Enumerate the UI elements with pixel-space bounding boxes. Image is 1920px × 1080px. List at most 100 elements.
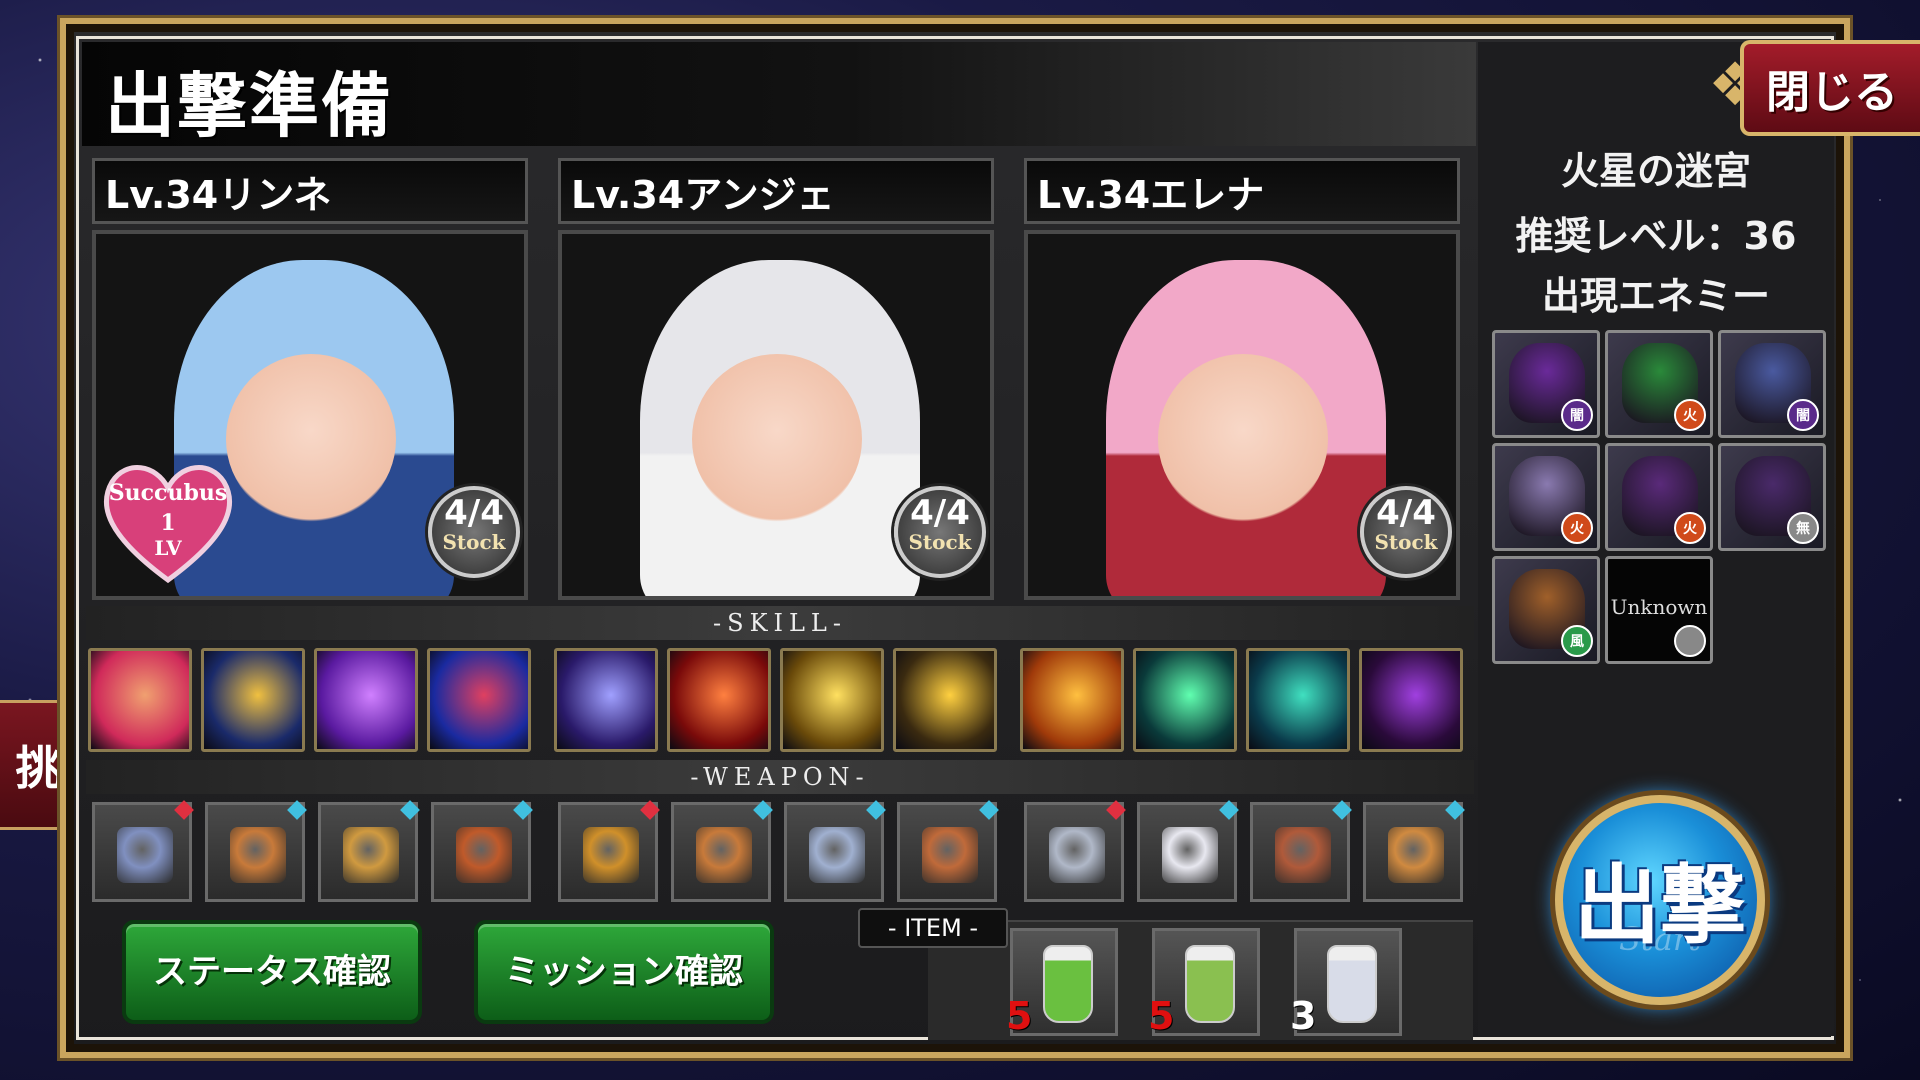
stock-badge: 4/4 Stock	[428, 486, 520, 578]
item-count: 5	[1006, 994, 1033, 1038]
rarity-gem-icon	[1445, 800, 1465, 820]
skill-icon[interactable]	[88, 648, 192, 752]
element-badge-icon: 風	[1561, 625, 1593, 657]
side-tab-label: 挑	[15, 741, 62, 795]
stage-name: 火星の迷宮	[1560, 149, 1751, 193]
potion-bottle-icon	[1185, 945, 1235, 1023]
equipment-slot[interactable]	[671, 800, 773, 902]
element-badge-icon: 無	[1787, 512, 1819, 544]
enemy-slot[interactable]: 風	[1492, 556, 1600, 664]
character-face	[226, 354, 396, 524]
enemy-slot[interactable]: 火	[1605, 330, 1713, 438]
enemy-slot[interactable]: 無	[1718, 443, 1826, 551]
equipment-slot[interactable]	[1024, 800, 1126, 902]
equipment-icon	[1275, 827, 1331, 883]
equipment-icon	[922, 827, 978, 883]
equipment-slot[interactable]	[1137, 800, 1239, 902]
equipment-slot[interactable]	[897, 800, 999, 902]
character-face	[692, 354, 862, 524]
rarity-gem-icon	[1219, 800, 1239, 820]
stock-label: Stock	[908, 530, 972, 554]
close-button[interactable]: 閉じる	[1740, 40, 1920, 136]
skill-icon[interactable]	[314, 648, 418, 752]
equipment-slot[interactable]	[1363, 800, 1465, 902]
character-name-plate: Lv.34アンジェ	[558, 158, 994, 224]
enemy-slot[interactable]: 闇	[1718, 330, 1826, 438]
enemies-heading: 出現エネミー	[1541, 274, 1770, 318]
rarity-gem-icon	[979, 800, 999, 820]
potion-bottle-icon	[1043, 945, 1093, 1023]
recommended-level: 推奨レベル：36	[1515, 214, 1797, 258]
rarity-gem-icon	[513, 800, 533, 820]
rarity-gem-icon	[1106, 800, 1126, 820]
equipment-slot[interactable]	[318, 800, 420, 902]
badge-lv: LV	[154, 536, 182, 560]
equipment-icon	[1162, 827, 1218, 883]
element-badge-icon	[1674, 625, 1706, 657]
element-badge-icon: 火	[1674, 512, 1706, 544]
status-check-button[interactable]: ステータス確認	[122, 920, 422, 1024]
stock-badge: 4/4 Stock	[894, 486, 986, 578]
item-section-label: - ITEM -	[858, 908, 1008, 948]
equipment-slot[interactable]	[92, 800, 194, 902]
stock-label: Stock	[1374, 530, 1438, 554]
skill-icon[interactable]	[780, 648, 884, 752]
equipment-slot[interactable]	[558, 800, 660, 902]
equipment-icon	[117, 827, 173, 883]
weapon-section-header: -WEAPON-	[86, 760, 1474, 794]
equipment-icon	[696, 827, 752, 883]
skill-icon[interactable]	[667, 648, 771, 752]
skill-icon[interactable]	[554, 648, 658, 752]
equipment-icon	[1049, 827, 1105, 883]
equipment-slot[interactable]	[1250, 800, 1352, 902]
rarity-gem-icon	[400, 800, 420, 820]
skill-icon[interactable]	[201, 648, 305, 752]
enemy-slot[interactable]: 火	[1492, 443, 1600, 551]
skill-icon[interactable]	[1359, 648, 1463, 752]
start-button-label: 出撃	[1574, 856, 1746, 956]
equipment-icon	[809, 827, 865, 883]
equipment-icon	[583, 827, 639, 883]
stock-badge: 4/4 Stock	[1360, 486, 1452, 578]
element-badge-icon: 火	[1561, 512, 1593, 544]
equipment-icon	[456, 827, 512, 883]
enemy-slot[interactable]: 闇	[1492, 330, 1600, 438]
stock-count: 4/4	[1376, 493, 1436, 533]
item-count: 3	[1290, 994, 1317, 1038]
stock-count: 4/4	[444, 493, 504, 533]
skill-section-header: -SKILL-	[86, 606, 1474, 640]
enemy-slot[interactable]: Unknown	[1605, 556, 1713, 664]
equipment-icon	[1388, 827, 1444, 883]
succubus-heart-badge: Succubus 1 LV	[98, 456, 238, 586]
rarity-gem-icon	[174, 800, 194, 820]
rarity-gem-icon	[753, 800, 773, 820]
equipment-icon	[230, 827, 286, 883]
skill-icon[interactable]	[893, 648, 997, 752]
stock-label: Stock	[442, 530, 506, 554]
stock-count: 4/4	[910, 493, 970, 533]
rarity-gem-icon	[866, 800, 886, 820]
skill-icon[interactable]	[1246, 648, 1350, 752]
mission-check-button[interactable]: ミッション確認	[474, 920, 774, 1024]
skill-icon[interactable]	[427, 648, 531, 752]
skill-icon[interactable]	[1133, 648, 1237, 752]
element-badge-icon: 闇	[1787, 399, 1819, 431]
enemy-slot[interactable]: 火	[1605, 443, 1713, 551]
equipment-icon	[343, 827, 399, 883]
character-name-plate: Lv.34エレナ	[1024, 158, 1460, 224]
rarity-gem-icon	[1332, 800, 1352, 820]
skill-icon[interactable]	[1020, 648, 1124, 752]
page-title: 出撃準備	[105, 65, 393, 147]
badge-level: 1	[160, 510, 176, 536]
badge-title: Succubus	[108, 480, 228, 506]
rarity-gem-icon	[640, 800, 660, 820]
element-badge-icon: 闇	[1561, 399, 1593, 431]
potion-bottle-icon	[1327, 945, 1377, 1023]
character-face	[1158, 354, 1328, 524]
equipment-slot[interactable]	[205, 800, 307, 902]
equipment-slot[interactable]	[784, 800, 886, 902]
equipment-slot[interactable]	[431, 800, 533, 902]
item-count: 5	[1148, 994, 1175, 1038]
element-badge-icon: 火	[1674, 399, 1706, 431]
rarity-gem-icon	[287, 800, 307, 820]
